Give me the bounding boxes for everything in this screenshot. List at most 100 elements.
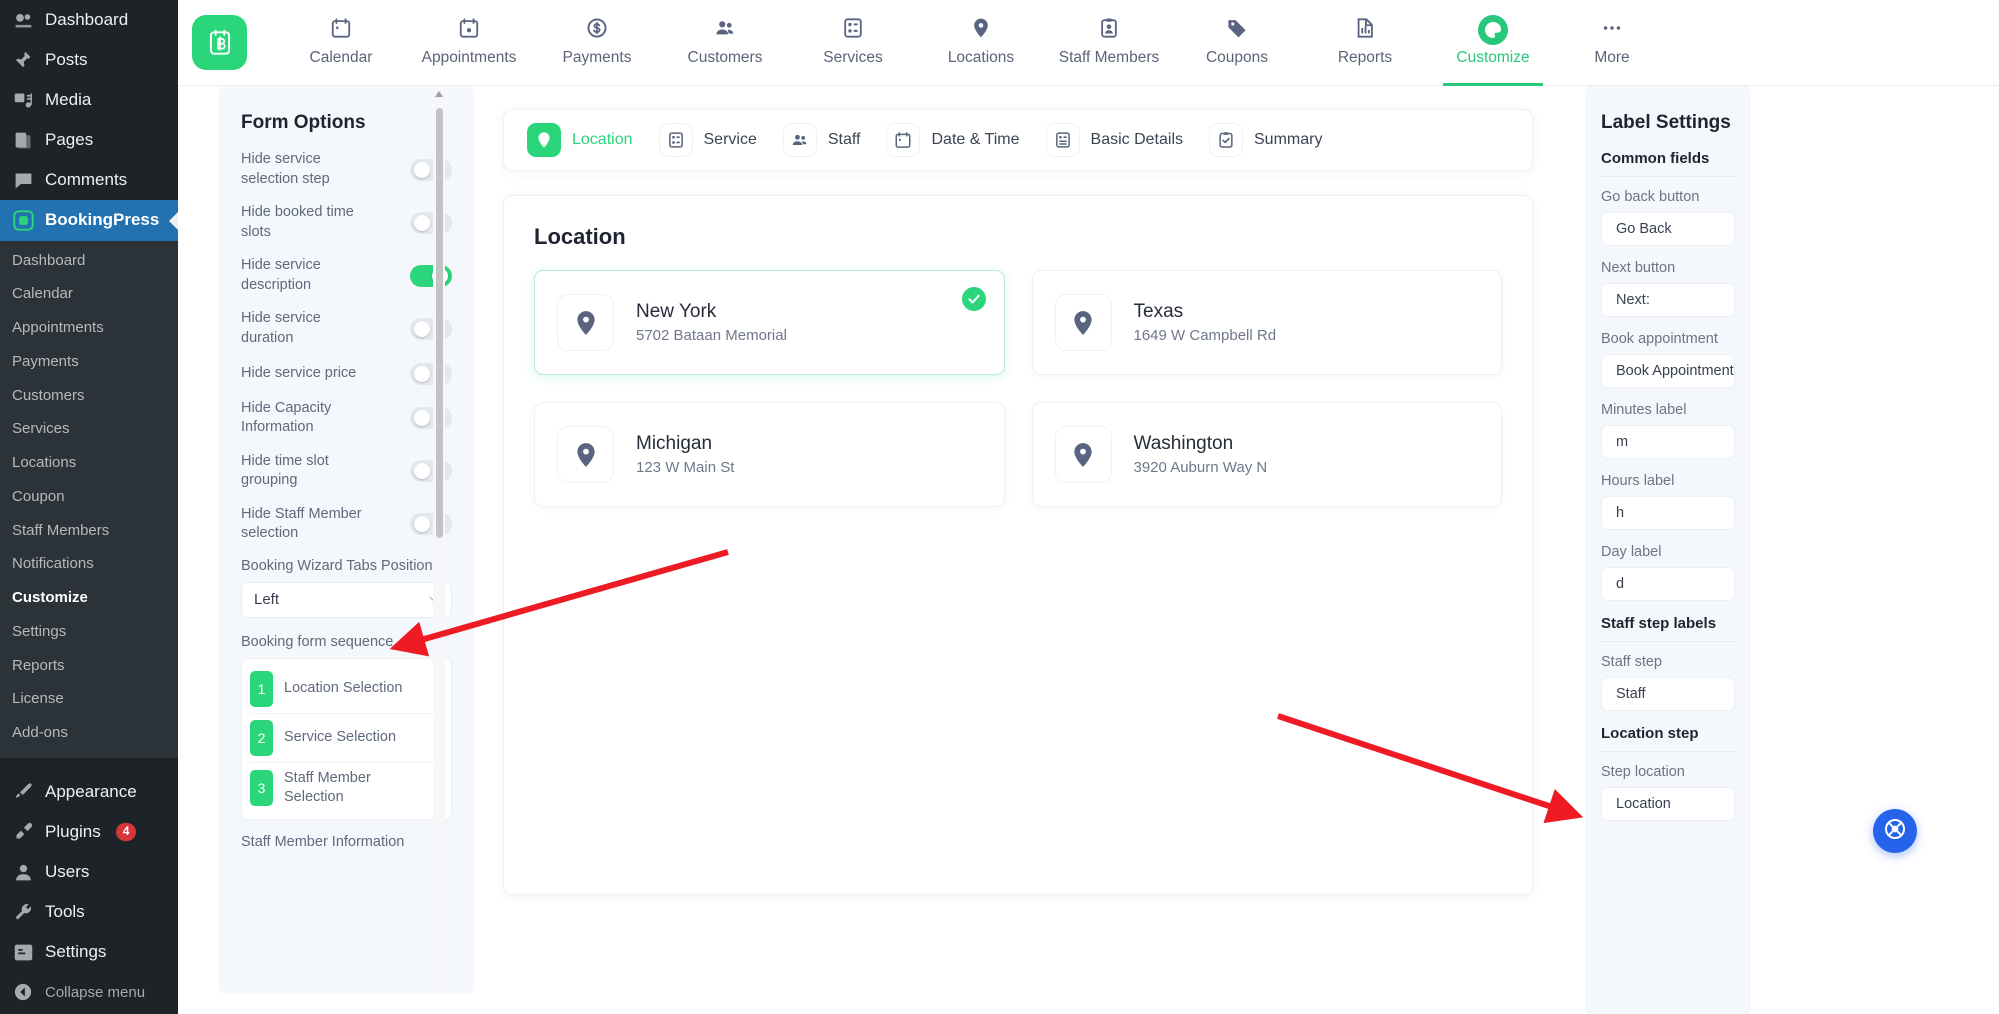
toggle-hide-service-selection-step[interactable]	[410, 158, 452, 181]
sidebar-item-dashboard[interactable]: Dashboard	[0, 0, 178, 40]
sidebar-item-tools[interactable]: Tools	[0, 892, 178, 932]
staff-group-icon	[782, 123, 817, 157]
sidebar-item-media[interactable]: Media	[0, 80, 178, 120]
sequence-item[interactable]: 2Service Selection⣿	[250, 714, 443, 763]
option-row: Hide Capacity Information	[241, 399, 452, 438]
topnav-item-more[interactable]: More	[1557, 0, 1667, 86]
scrollbar-thumb[interactable]	[436, 108, 443, 538]
scroll-up-arrow-icon[interactable]	[435, 91, 443, 97]
booking-form-sequence-list[interactable]: 1Location Selection⣿2Service Selection⣿3…	[241, 657, 452, 820]
location-name: Washington	[1133, 433, 1234, 454]
topnav-item-label: Locations	[947, 49, 1015, 66]
sidebar-item-settings[interactable]: Settings	[0, 932, 178, 972]
label-field-caption: Step location	[1601, 764, 1685, 780]
wizard-tab-label: Summary	[1254, 131, 1323, 148]
sidebar-item-bookingpress[interactable]: BookingPress	[0, 200, 178, 241]
topnav-item-customize[interactable]: Customize	[1429, 0, 1557, 86]
sequence-item[interactable]: 1Location Selection⣿	[250, 665, 443, 714]
sidebar-subitem-staff-members[interactable]: Staff Members	[0, 514, 178, 548]
wizard-tab-summary[interactable]: Summary	[1209, 123, 1322, 157]
location-address: 3920 Auburn Way N	[1133, 459, 1268, 476]
sidebar-subitem-locations[interactable]: Locations	[0, 446, 178, 480]
sidebar-subitem-customers[interactable]: Customers	[0, 379, 178, 413]
topnav-item-appointments[interactable]: Appointments	[405, 0, 533, 86]
more-dots-icon	[1601, 17, 1623, 44]
option-label: Hide service duration	[241, 310, 321, 346]
sidebar-item-plugins[interactable]: Plugins 4	[0, 812, 178, 852]
topnav-item-services[interactable]: Services	[789, 0, 917, 86]
topnav-item-calendar[interactable]: Calendar	[277, 0, 405, 86]
sidebar-item-label: Tools	[45, 902, 85, 922]
topnav-item-label: Customers	[687, 49, 763, 66]
topnav-item-coupons[interactable]: Coupons	[1173, 0, 1301, 86]
toggle-hide-time-slot-grouping[interactable]	[410, 460, 452, 483]
sidebar-subitem-license[interactable]: License	[0, 682, 178, 716]
location-card-new-york[interactable]: New York 5702 Bataan Memorial	[534, 270, 1005, 375]
option-row: Hide service description	[241, 256, 452, 295]
sidebar-subitem-services[interactable]: Services	[0, 412, 178, 446]
wizard-tab-basic-details[interactable]: Basic Details	[1045, 123, 1183, 157]
label-field-input-minutes-label[interactable]: m	[1601, 425, 1735, 459]
sidebar-subitem-notifications[interactable]: Notifications	[0, 547, 178, 581]
label-field-input-day-label[interactable]: d	[1601, 567, 1735, 601]
wizard-tab-staff[interactable]: Staff	[782, 123, 860, 157]
topnav-item-customers[interactable]: Customers	[661, 0, 789, 86]
location-card-texas[interactable]: Texas 1649 W Campbell Rd	[1031, 270, 1502, 375]
label-field-input-next-button[interactable]: Next:	[1601, 283, 1735, 317]
sidebar-subitem-appointments[interactable]: Appointments	[0, 311, 178, 345]
sidebar-item-collapse-menu[interactable]: Collapse menu	[0, 972, 178, 1012]
sidebar-subitem-dashboard[interactable]: Dashboard	[0, 244, 178, 278]
label-section-heading: Common fields	[1601, 150, 1735, 177]
sidebar-subitem-coupon[interactable]: Coupon	[0, 480, 178, 514]
topnav-item-label: Staff Members	[1058, 49, 1160, 66]
sidebar-item-label: Plugins	[45, 821, 101, 841]
toggle-hide-booked-time-slots[interactable]	[410, 211, 452, 234]
sidebar-subitem-calendar[interactable]: Calendar	[0, 277, 178, 311]
help-support-button[interactable]	[1873, 809, 1917, 853]
location-card-michigan[interactable]: Michigan 123 W Main St	[534, 402, 1005, 507]
wizard-tab-service[interactable]: Service	[658, 123, 757, 157]
label-field-input-hours-label[interactable]: h	[1601, 496, 1735, 530]
sidebar-item-posts[interactable]: Posts	[0, 40, 178, 80]
wizard-tab-label: Date & Time	[931, 131, 1020, 148]
sidebar-item-pages[interactable]: Pages	[0, 120, 178, 160]
sidebar-subitem-add-ons[interactable]: Add-ons	[0, 716, 178, 750]
sidebar-item-appearance[interactable]: Appearance	[0, 772, 178, 812]
wizard-tab-date-time[interactable]: Date & Time	[886, 123, 1020, 157]
sidebar-item-label: Media	[45, 90, 92, 110]
sidebar-item-comments[interactable]: Comments	[0, 160, 178, 200]
option-label: Hide Staff Member selection	[241, 505, 362, 542]
toggle-hide-staff-member-selection[interactable]	[410, 513, 452, 536]
sequence-item[interactable]: 3Staff Member Selection⣿	[250, 763, 443, 813]
toggle-hide-service-duration[interactable]	[410, 317, 452, 340]
plugins-update-badge: 4	[115, 823, 137, 841]
label-section-heading: Location step	[1601, 725, 1735, 752]
label-field-input-book-appointment[interactable]: Book Appointment	[1601, 354, 1735, 388]
form-options-scrollbar[interactable]	[433, 86, 445, 994]
topnav-item-payments[interactable]: Payments	[533, 0, 661, 86]
label-field-input-step-location[interactable]: Location	[1601, 787, 1735, 821]
topnav-item-locations[interactable]: Locations	[917, 0, 1045, 86]
location-card-washington[interactable]: Washington 3920 Auburn Way N	[1031, 402, 1502, 507]
wizard-tab-location[interactable]: Location	[527, 123, 633, 157]
label-field-input-go-back-button[interactable]: Go Back	[1601, 212, 1735, 246]
sidebar-collapse-label: Collapse menu	[45, 983, 146, 1001]
option-label: Hide service description	[241, 257, 321, 293]
bookingpress-logo[interactable]	[192, 15, 247, 70]
wizard-tab-label: Basic Details	[1090, 131, 1183, 148]
tabs-position-select[interactable]: Left	[241, 581, 452, 618]
toggle-hide-service-price[interactable]	[410, 362, 452, 385]
sidebar-subitem-customize[interactable]: Customize	[0, 581, 178, 615]
sidebar-item-users[interactable]: Users	[0, 852, 178, 892]
toggle-hide-capacity-information[interactable]	[410, 407, 452, 430]
sidebar-item-label: Appearance	[45, 781, 137, 801]
toggle-hide-service-description[interactable]	[410, 264, 452, 287]
topnav-item-staff-members[interactable]: Staff Members	[1045, 0, 1173, 86]
topnav-item-reports[interactable]: Reports	[1301, 0, 1429, 86]
label-field-input-staff-step[interactable]: Staff	[1601, 677, 1735, 711]
sidebar-subitem-settings[interactable]: Settings	[0, 615, 178, 649]
sequence-name: Location Selection	[284, 680, 403, 697]
sidebar-subitem-payments[interactable]: Payments	[0, 345, 178, 379]
sidebar-subitem-reports[interactable]: Reports	[0, 649, 178, 683]
calendar-icon	[330, 17, 352, 44]
